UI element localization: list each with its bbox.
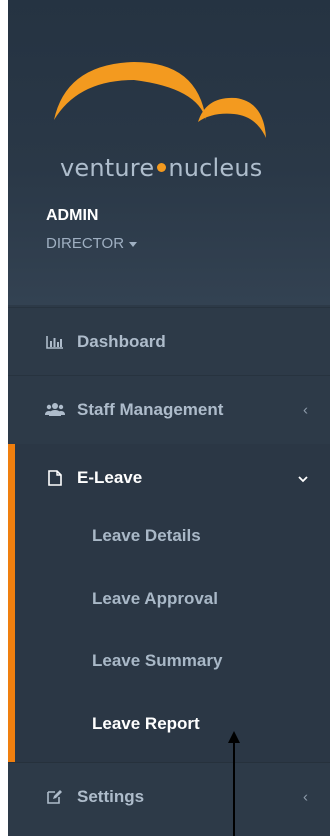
caret-down-icon <box>129 241 138 247</box>
company-logo: venture nucleus <box>48 50 308 200</box>
chevron-left-icon: ‹ <box>303 401 308 418</box>
submenu-item-leave-report[interactable]: Leave Report <box>92 714 200 734</box>
submenu-item-leave-approval[interactable]: Leave Approval <box>92 589 218 609</box>
sidebar-item-staff-management[interactable]: Staff Management ‹ <box>8 375 330 443</box>
user-name: ADMIN <box>46 207 99 224</box>
file-icon <box>45 470 65 486</box>
edit-icon <box>45 789 65 805</box>
sidebar-item-eleave[interactable]: E-Leave <box>8 444 330 512</box>
logo-text-right: nucleus <box>168 154 263 182</box>
logo-text-left: venture <box>60 154 155 182</box>
logo-dot <box>157 163 167 172</box>
sidebar-item-label: Staff Management <box>77 399 224 419</box>
page: venture nucleus ADMIN DIRECTOR Dashboard… <box>0 0 330 836</box>
user-role-dropdown[interactable]: DIRECTOR <box>46 235 138 252</box>
submenu-item-leave-details[interactable]: Leave Details <box>92 526 201 546</box>
chevron-down-icon <box>298 470 308 486</box>
bar-chart-icon <box>45 334 65 350</box>
user-role-label: DIRECTOR <box>46 235 125 252</box>
sidebar-item-label: Dashboard <box>77 331 166 351</box>
sidebar-item-dashboard[interactable]: Dashboard <box>8 307 330 375</box>
profile-panel: venture nucleus ADMIN DIRECTOR <box>8 0 330 305</box>
annotation-arrow-icon <box>228 731 240 836</box>
chevron-left-icon: ‹ <box>303 788 308 805</box>
users-icon <box>45 402 65 418</box>
sidebar: venture nucleus ADMIN DIRECTOR Dashboard… <box>8 0 330 836</box>
sidebar-item-label: Settings <box>77 786 145 806</box>
logo-wordmark: venture nucleus <box>60 154 262 182</box>
sidebar-item-settings[interactable]: Settings ‹ <box>8 762 330 830</box>
submenu-item-leave-summary[interactable]: Leave Summary <box>92 651 222 671</box>
sidebar-item-label: E-Leave <box>77 468 143 487</box>
